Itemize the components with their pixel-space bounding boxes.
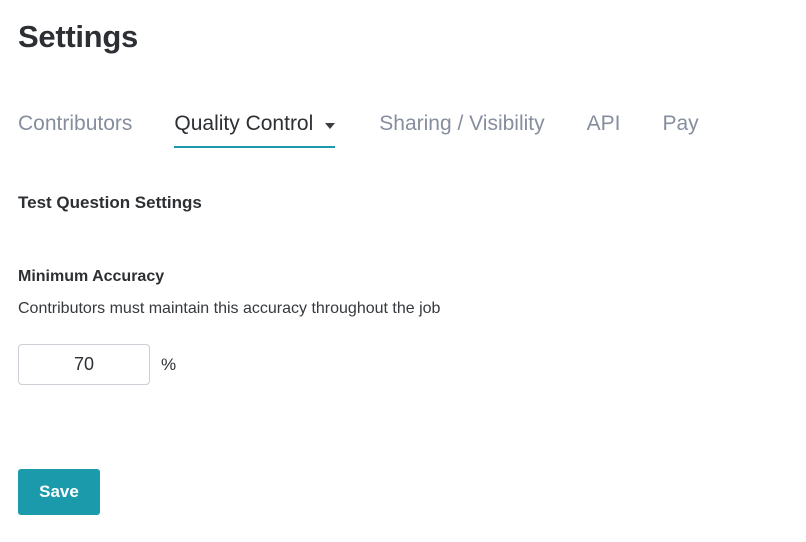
minimum-accuracy-field-row: %: [18, 344, 176, 385]
minimum-accuracy-help-text: Contributors must maintain this accuracy…: [18, 300, 441, 317]
tab-pay[interactable]: Pay: [663, 110, 699, 146]
page-title: Settings: [18, 19, 138, 54]
settings-page: Settings Contributors Quality Control Sh…: [0, 0, 806, 542]
section-title-test-question-settings: Test Question Settings: [18, 193, 202, 212]
tab-label: Pay: [662, 112, 699, 135]
tab-label: Quality Control: [174, 112, 314, 135]
minimum-accuracy-label: Minimum Accuracy: [18, 268, 165, 285]
save-button[interactable]: Save: [18, 469, 100, 515]
settings-tab-bar: Contributors Quality Control Sharing / V…: [18, 110, 699, 148]
percent-unit-label: %: [161, 355, 177, 374]
tab-sharing-visibility[interactable]: Sharing / Visibility: [379, 110, 544, 146]
minimum-accuracy-input[interactable]: [18, 344, 150, 385]
tab-label: Contributors: [18, 112, 133, 135]
tab-label: Sharing / Visibility: [379, 112, 545, 135]
tab-label: API: [586, 112, 621, 135]
tab-quality-control[interactable]: Quality Control: [174, 110, 336, 148]
tab-api[interactable]: API: [587, 110, 621, 146]
chevron-down-icon[interactable]: [325, 122, 336, 129]
tab-contributors[interactable]: Contributors: [18, 110, 132, 146]
